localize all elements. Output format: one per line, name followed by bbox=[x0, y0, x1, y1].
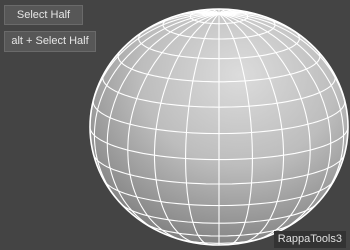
alt-select-half-button[interactable]: alt + Select Half bbox=[4, 31, 96, 52]
3d-viewport[interactable]: Select Half alt + Select Half RappaTools… bbox=[0, 0, 350, 250]
select-half-button[interactable]: Select Half bbox=[4, 5, 83, 25]
rappatools-label: RappaTools3 bbox=[273, 231, 346, 248]
